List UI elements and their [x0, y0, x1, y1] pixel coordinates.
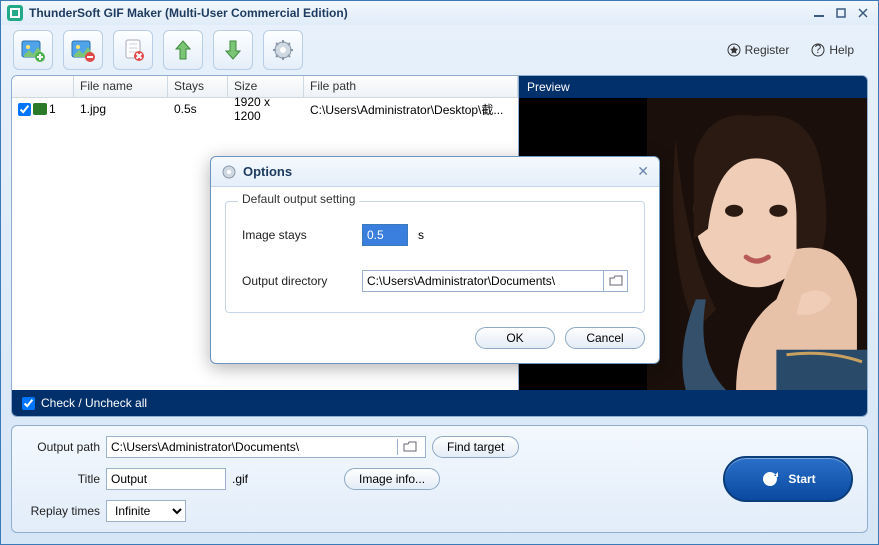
remove-file-button[interactable]	[63, 30, 103, 70]
close-button[interactable]	[854, 6, 872, 20]
dialog-close-icon[interactable]: ✕	[637, 163, 649, 180]
output-dir-label: Output directory	[242, 274, 352, 288]
app-icon	[7, 5, 23, 21]
register-link[interactable]: Register	[727, 43, 790, 57]
start-button[interactable]: Start	[723, 456, 853, 502]
image-stays-unit: s	[418, 228, 424, 242]
title-label: Title	[26, 472, 100, 486]
settings-button[interactable]	[263, 30, 303, 70]
col-header-stays[interactable]: Stays	[168, 76, 228, 97]
maximize-button[interactable]	[832, 6, 850, 20]
start-icon	[760, 469, 780, 489]
title-input[interactable]	[106, 468, 226, 490]
fieldset-legend: Default output setting	[238, 192, 359, 206]
window-title: ThunderSoft GIF Maker (Multi-User Commer…	[29, 6, 806, 20]
output-path-input[interactable]	[111, 439, 397, 455]
ok-button[interactable]: OK	[475, 327, 555, 349]
help-link[interactable]: ?Help	[811, 43, 854, 57]
image-type-icon	[33, 103, 47, 115]
table-row[interactable]: 1 1.jpg 0.5s 1920 x 1200 C:\Users\Admini…	[12, 98, 518, 120]
register-icon	[727, 43, 741, 57]
image-stays-label: Image stays	[242, 228, 352, 242]
replay-label: Replay times	[26, 504, 100, 518]
add-file-button[interactable]	[13, 30, 53, 70]
dialog-title: Options	[243, 164, 637, 179]
default-output-fieldset: Default output setting Image stays s Out…	[225, 201, 645, 313]
dialog-icon	[221, 164, 237, 180]
options-dialog: Options ✕ Default output setting Image s…	[210, 156, 660, 364]
delete-button[interactable]	[113, 30, 153, 70]
help-icon: ?	[811, 43, 825, 57]
check-all-label: Check / Uncheck all	[41, 396, 147, 410]
titlebar: ThunderSoft GIF Maker (Multi-User Commer…	[1, 1, 878, 25]
move-down-button[interactable]	[213, 30, 253, 70]
image-info-button[interactable]: Image info...	[344, 468, 440, 490]
preview-title: Preview	[519, 76, 867, 98]
cancel-button[interactable]: Cancel	[565, 327, 645, 349]
title-ext: .gif	[232, 472, 248, 486]
output-dir-input[interactable]	[363, 271, 603, 291]
dialog-titlebar: Options ✕	[211, 157, 659, 187]
check-all-checkbox[interactable]	[22, 397, 35, 410]
minimize-button[interactable]	[810, 6, 828, 20]
find-target-button[interactable]: Find target	[432, 436, 519, 458]
output-panel: Output path Find target Title .gif Image…	[11, 425, 868, 533]
replay-select[interactable]: Infinite	[106, 500, 186, 522]
check-all-bar: Check / Uncheck all	[12, 390, 867, 416]
browse-dir-icon[interactable]	[603, 271, 627, 291]
row-checkbox[interactable]	[18, 103, 31, 116]
browse-output-icon[interactable]	[397, 439, 421, 455]
image-stays-input[interactable]	[362, 224, 408, 246]
svg-text:?: ?	[815, 43, 822, 56]
output-path-field[interactable]	[106, 436, 426, 458]
output-dir-field[interactable]	[362, 270, 628, 292]
col-header-name[interactable]: File name	[74, 76, 168, 97]
toolbar: Register ?Help	[1, 25, 878, 75]
col-header-path[interactable]: File path	[304, 76, 518, 97]
output-path-label: Output path	[26, 440, 100, 454]
move-up-button[interactable]	[163, 30, 203, 70]
